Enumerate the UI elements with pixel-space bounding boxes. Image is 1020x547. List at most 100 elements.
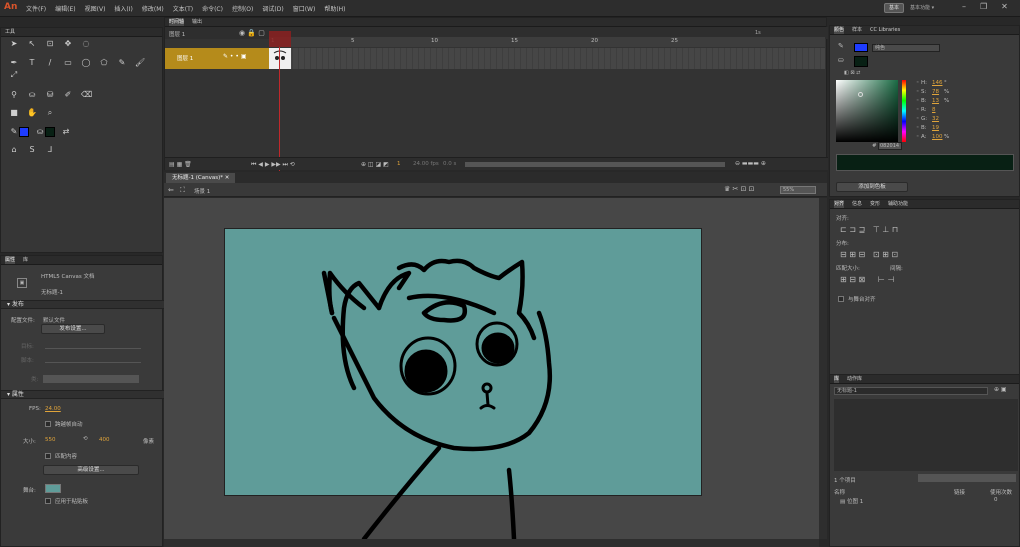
menu-item[interactable]: 插入(I) bbox=[114, 4, 132, 13]
document-tab[interactable]: 无标题-1 (Canvas)* ✕ bbox=[166, 173, 236, 183]
eraser-icon[interactable]: ⌫ bbox=[81, 90, 92, 100]
fill-icon[interactable]: ⛀ bbox=[838, 56, 844, 64]
tool-stroke-swatch[interactable] bbox=[19, 127, 29, 137]
fill-color-swatch[interactable] bbox=[854, 56, 868, 67]
attributes-section-header[interactable]: ▾ 属性 bbox=[1, 390, 164, 399]
fill-type-select[interactable]: 纯色 bbox=[872, 44, 940, 52]
stroke-color-icon[interactable]: ✎ bbox=[9, 127, 19, 137]
back-arrow-icon[interactable]: ⇐ bbox=[168, 186, 174, 194]
color-channel-label[interactable]: ◦ R: bbox=[916, 107, 927, 113]
publish-settings-button[interactable]: 发布设置... bbox=[41, 324, 105, 334]
menu-item[interactable]: 文件(F) bbox=[26, 4, 46, 13]
playhead[interactable] bbox=[269, 31, 291, 47]
color-channel-value[interactable]: 32 bbox=[932, 116, 939, 122]
text-tool-icon[interactable]: T bbox=[27, 58, 37, 68]
color-channel-value[interactable]: 146 bbox=[932, 80, 943, 86]
fill-color-icon[interactable]: ⛀ bbox=[35, 127, 45, 137]
playback-controls[interactable]: ⏮ ◀ ▶ ▶▶ ⏭ ⟲ bbox=[251, 161, 295, 169]
workspace-switcher[interactable]: 基本功能 ▾ bbox=[910, 3, 954, 13]
stage-vertical-scrollbar[interactable] bbox=[819, 198, 827, 539]
tab-transform[interactable]: 变形 bbox=[870, 200, 880, 208]
line-tool-icon[interactable]: / bbox=[45, 58, 55, 68]
frame-ruler[interactable]: 1510152025 bbox=[269, 37, 825, 47]
menu-item[interactable]: 修改(M) bbox=[142, 4, 164, 13]
current-frame[interactable]: 1 bbox=[397, 161, 401, 167]
smooth-icon[interactable]: S bbox=[27, 145, 37, 155]
fps-value[interactable]: 24.00 bbox=[45, 406, 61, 412]
snap-icon[interactable]: ⌂ bbox=[9, 145, 19, 155]
color-channel-label[interactable]: ◦ S: bbox=[916, 89, 926, 95]
paint-bucket-icon[interactable]: ⛀ bbox=[27, 90, 37, 100]
brush-icon[interactable]: 🖌 bbox=[135, 58, 145, 68]
align-to-stage-checkbox[interactable] bbox=[838, 296, 844, 302]
frame-grid[interactable] bbox=[269, 48, 825, 69]
swap-colors-icons[interactable]: ◧ ⊠ ⇄ bbox=[844, 70, 860, 76]
breadcrumb[interactable]: 场景 1 bbox=[194, 187, 210, 195]
tab-properties[interactable]: 属性 bbox=[5, 256, 16, 264]
onion-skin-controls[interactable]: ⊕ ◫ ◪ ◩ bbox=[361, 161, 389, 168]
pencil-icon[interactable]: ✎ bbox=[117, 58, 127, 68]
paint-brush-icon[interactable]: ⤢ bbox=[9, 70, 19, 80]
3d-rotation-icon[interactable]: ✥ bbox=[63, 39, 73, 49]
pen-tool-icon[interactable]: ✒ bbox=[9, 58, 19, 68]
timeline-zoom-controls[interactable]: ⊖ ▬▬▬ ⊕ bbox=[735, 160, 766, 167]
stroke-icon[interactable]: ✎ bbox=[838, 42, 844, 50]
library-pin-icons[interactable]: ⊕ ▣ bbox=[994, 386, 1007, 393]
close-icon[interactable]: ✕ bbox=[1001, 2, 1008, 11]
layer-visibility-icons[interactable]: ◉ 🔒 ▢ bbox=[239, 29, 265, 37]
cat-drawing[interactable] bbox=[164, 198, 819, 539]
subselection-tool-icon[interactable]: ↖ bbox=[27, 39, 37, 49]
free-transform-icon[interactable]: ⊡ bbox=[45, 39, 55, 49]
tab-library-main[interactable]: 库 bbox=[834, 375, 840, 383]
minimize-icon[interactable]: – bbox=[962, 2, 966, 11]
color-channel-label[interactable]: ◦ G: bbox=[916, 116, 927, 122]
keyframe[interactable] bbox=[269, 48, 291, 69]
hex-input[interactable]: 082014 bbox=[878, 142, 902, 150]
layer-buttons[interactable]: ▤ ▦ 🗑 bbox=[169, 161, 192, 168]
timeline-scrollbar[interactable] bbox=[465, 162, 725, 167]
target-select[interactable] bbox=[45, 341, 141, 349]
tab-info[interactable]: 信息 bbox=[852, 200, 862, 208]
class-field[interactable] bbox=[43, 375, 139, 383]
rect-tool-icon[interactable]: ▭ bbox=[63, 58, 73, 68]
scale-span-checkbox[interactable] bbox=[45, 421, 51, 427]
library-col-name[interactable]: 名称 bbox=[834, 488, 845, 496]
menu-item[interactable]: 窗口(W) bbox=[293, 4, 316, 13]
menu-item[interactable]: 控制(O) bbox=[232, 4, 253, 13]
ink-bottle-icon[interactable]: ⛁ bbox=[45, 90, 55, 100]
bone-tool-icon[interactable]: ⚲ bbox=[9, 90, 19, 100]
eyedropper-icon[interactable]: ✐ bbox=[63, 90, 73, 100]
hue-slider[interactable] bbox=[902, 80, 906, 142]
width-value[interactable]: 550 bbox=[45, 437, 56, 443]
color-picker-cursor[interactable] bbox=[858, 92, 863, 97]
apply-paste-checkbox[interactable] bbox=[45, 498, 51, 504]
tab-library[interactable]: 库 bbox=[23, 256, 28, 264]
color-channel-value[interactable]: 100 bbox=[932, 134, 943, 140]
straighten-icon[interactable]: ⅃ bbox=[45, 145, 55, 155]
color-channel-label[interactable]: ◦ B: bbox=[916, 125, 927, 131]
menu-item[interactable]: 帮助(H) bbox=[324, 4, 345, 13]
match-size-buttons[interactable]: ⊞ ⊟ ⊠ ⊢ ⊣ bbox=[840, 275, 894, 284]
oval-tool-icon[interactable]: ◯ bbox=[81, 58, 91, 68]
tab-swatches[interactable]: 样本 bbox=[852, 26, 862, 34]
color-picker-field[interactable] bbox=[836, 80, 898, 142]
color-channel-value[interactable]: 13 bbox=[932, 98, 939, 104]
menu-item[interactable]: 编辑(E) bbox=[55, 4, 75, 13]
tab-accessibility[interactable]: 辅助功能 bbox=[888, 200, 908, 208]
menu-item[interactable]: 视图(V) bbox=[85, 4, 106, 13]
color-channel-label[interactable]: ◦ A: bbox=[916, 134, 927, 140]
zoom-select[interactable]: 55% bbox=[780, 186, 816, 194]
library-col-use[interactable]: 使用次数 bbox=[990, 488, 1012, 496]
advanced-settings-button[interactable]: 高级设置... bbox=[43, 465, 139, 475]
stage-horizontal-scrollbar[interactable] bbox=[164, 539, 819, 547]
menu-item[interactable]: 文本(T) bbox=[173, 4, 193, 13]
tab-cc-libraries[interactable]: CC Libraries bbox=[870, 26, 900, 34]
color-channel-value[interactable]: 19 bbox=[932, 125, 939, 131]
distribute-buttons[interactable]: ⊟ ⊞ ⊟ ⊡ ⊞ ⊡ bbox=[840, 250, 898, 259]
stroke-color-swatch[interactable] bbox=[854, 43, 868, 52]
polystar-icon[interactable]: ⬠ bbox=[99, 58, 109, 68]
zoom-icon[interactable]: ⌕ bbox=[45, 108, 55, 118]
layer-controls[interactable]: ✎ • • ▣ bbox=[223, 53, 247, 60]
color-channel-value[interactable]: 78 bbox=[932, 89, 939, 95]
selection-tool-icon[interactable]: ➤ bbox=[9, 39, 19, 49]
